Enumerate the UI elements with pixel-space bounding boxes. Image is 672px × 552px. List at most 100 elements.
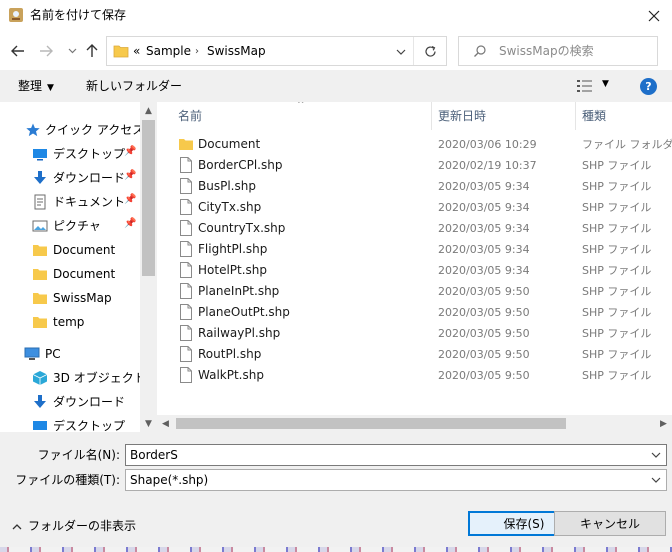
file-icon bbox=[180, 241, 192, 257]
forward-button[interactable] bbox=[36, 41, 56, 61]
file-name: FlightPl.shp bbox=[198, 242, 268, 256]
3d-objects-icon bbox=[32, 370, 48, 386]
file-row[interactable]: FlightPl.shp 2020/03/05 9:34 SHP ファイル bbox=[157, 239, 672, 260]
caret-down-icon: ▼ bbox=[602, 79, 609, 89]
nav-item-pc[interactable]: PC bbox=[0, 342, 140, 366]
up-button[interactable] bbox=[82, 41, 102, 61]
file-row[interactable]: RoutPl.shp 2020/03/05 9:50 SHP ファイル bbox=[157, 344, 672, 365]
filename-field[interactable]: BorderS bbox=[125, 444, 667, 466]
nav-item-desktop[interactable]: デスクトップ 📌 bbox=[0, 142, 140, 166]
file-type: ファイル フォルダー bbox=[582, 138, 672, 151]
scroll-down-icon[interactable]: ▼ bbox=[140, 415, 157, 432]
nav-label: ダウンロード bbox=[53, 395, 126, 409]
file-row[interactable]: HotelPt.shp 2020/03/05 9:34 SHP ファイル bbox=[157, 260, 672, 281]
back-button[interactable] bbox=[8, 41, 28, 61]
file-date: 2020/03/05 9:50 bbox=[438, 348, 530, 361]
nav-item-folder[interactable]: SwissMap bbox=[0, 286, 140, 310]
nav-quick-access[interactable]: クイック アクセス bbox=[0, 118, 144, 142]
scrollbar-thumb[interactable] bbox=[176, 418, 566, 429]
close-button[interactable] bbox=[636, 0, 672, 32]
file-row[interactable]: BorderCPl.shp 2020/02/19 10:37 SHP ファイル bbox=[157, 155, 672, 176]
scroll-right-icon[interactable]: ▶ bbox=[655, 415, 672, 432]
nav-item-folder[interactable]: Document bbox=[0, 238, 140, 262]
file-row[interactable]: PlaneInPt.shp 2020/03/05 9:50 SHP ファイル bbox=[157, 281, 672, 302]
search-icon bbox=[474, 45, 486, 57]
file-row[interactable]: CityTx.shp 2020/03/05 9:34 SHP ファイル bbox=[157, 197, 672, 218]
file-row[interactable]: RailwayPl.shp 2020/03/05 9:50 SHP ファイル bbox=[157, 323, 672, 344]
nav-item-folder[interactable]: temp bbox=[0, 310, 140, 334]
file-name: RoutPl.shp bbox=[198, 347, 262, 361]
nav-item-desktop[interactable]: デスクトップ bbox=[0, 414, 140, 432]
nav-scrollbar[interactable]: ▲ ▼ bbox=[140, 102, 157, 432]
file-name: CityTx.shp bbox=[198, 200, 262, 214]
address-segment-swissmap[interactable]: SwissMap bbox=[207, 44, 266, 59]
command-bar: 整理 ▼ 新しいフォルダー ▼ ? bbox=[0, 70, 672, 102]
nav-item-downloads[interactable]: ダウンロード 📌 bbox=[0, 166, 140, 190]
address-separator: › bbox=[195, 46, 199, 57]
nav-item-3d-objects[interactable]: 3D オブジェクト bbox=[0, 366, 146, 390]
nav-item-downloads[interactable]: ダウンロード bbox=[0, 390, 140, 414]
file-date: 2020/03/05 9:50 bbox=[438, 327, 530, 340]
folder-icon bbox=[32, 314, 48, 330]
chevron-down-icon[interactable] bbox=[650, 448, 662, 462]
column-header-date[interactable]: 更新日時 bbox=[438, 102, 568, 130]
refresh-button[interactable] bbox=[413, 37, 447, 65]
chevron-up-icon bbox=[12, 524, 22, 530]
nav-label: 3D オブジェクト bbox=[53, 371, 146, 385]
file-name: HotelPt.shp bbox=[198, 263, 268, 277]
column-divider[interactable] bbox=[431, 102, 432, 130]
address-dropdown-button[interactable] bbox=[391, 43, 411, 61]
filetype-select[interactable]: Shape(*.shp) bbox=[125, 469, 667, 491]
folder-icon bbox=[32, 290, 48, 306]
scroll-up-icon[interactable]: ▲ bbox=[140, 102, 157, 119]
recent-locations-button[interactable] bbox=[62, 41, 82, 61]
nav-label: temp bbox=[53, 315, 85, 329]
address-box[interactable]: « Sample › SwissMap bbox=[106, 36, 447, 66]
column-header-type[interactable]: 種類 bbox=[582, 102, 662, 130]
arrow-right-icon bbox=[40, 45, 53, 57]
file-type: SHP ファイル bbox=[582, 264, 652, 277]
file-row[interactable]: CountryTx.shp 2020/03/05 9:34 SHP ファイル bbox=[157, 218, 672, 239]
navigation-pane: クイック アクセス デスクトップ 📌 ダウンロード 📌 ドキュメント 📌 ピクチ… bbox=[0, 102, 157, 432]
file-date: 2020/03/05 9:34 bbox=[438, 222, 530, 235]
window-title: 名前を付けて保存 bbox=[30, 8, 127, 22]
file-date: 2020/03/05 9:34 bbox=[438, 264, 530, 277]
file-type: SHP ファイル bbox=[582, 201, 652, 214]
nav-item-folder[interactable]: Document bbox=[0, 262, 140, 286]
file-row[interactable]: Document 2020/03/06 10:29 ファイル フォルダー bbox=[157, 134, 672, 155]
file-name: Document bbox=[198, 137, 261, 151]
file-type: SHP ファイル bbox=[582, 327, 652, 340]
file-type: SHP ファイル bbox=[582, 348, 652, 361]
address-segment-sample[interactable]: Sample bbox=[146, 44, 191, 59]
search-input[interactable]: SwissMapの検索 bbox=[458, 36, 658, 66]
nav-label: ダウンロード bbox=[53, 171, 126, 185]
file-name: RailwayPl.shp bbox=[198, 326, 281, 340]
scrollbar-thumb[interactable] bbox=[142, 120, 155, 276]
computer-icon bbox=[24, 346, 40, 362]
close-icon bbox=[648, 10, 660, 22]
file-row[interactable]: WalkPt.shp 2020/03/05 9:50 SHP ファイル bbox=[157, 365, 672, 386]
file-row[interactable]: BusPl.shp 2020/03/05 9:34 SHP ファイル bbox=[157, 176, 672, 197]
nav-item-documents[interactable]: ドキュメント 📌 bbox=[0, 190, 140, 214]
search-placeholder: SwissMapの検索 bbox=[499, 44, 594, 58]
new-folder-button[interactable]: 新しいフォルダー bbox=[86, 78, 182, 94]
change-view-button[interactable]: ▼ bbox=[576, 78, 616, 94]
address-overflow[interactable]: « bbox=[133, 44, 140, 59]
organize-menu-button[interactable]: 整理 ▼ bbox=[18, 78, 54, 96]
column-divider[interactable] bbox=[575, 102, 576, 130]
file-date: 2020/03/05 9:50 bbox=[438, 306, 530, 319]
help-button[interactable]: ? bbox=[640, 78, 657, 95]
nav-item-pictures[interactable]: ピクチャ 📌 bbox=[0, 214, 140, 238]
desktop-icon bbox=[32, 146, 48, 162]
hide-folders-button[interactable]: フォルダーの非表示 bbox=[12, 518, 136, 534]
scroll-left-icon[interactable]: ◀ bbox=[157, 415, 174, 432]
nav-label: SwissMap bbox=[53, 291, 112, 305]
file-row[interactable]: PlaneOutPt.shp 2020/03/05 9:50 SHP ファイル bbox=[157, 302, 672, 323]
column-header-name[interactable]: 名前 bbox=[178, 102, 428, 130]
title-bar: 名前を付けて保存 bbox=[0, 0, 672, 32]
horizontal-scrollbar[interactable]: ◀ ▶ bbox=[157, 415, 672, 432]
cancel-button[interactable]: キャンセル bbox=[554, 511, 666, 536]
filename-label: ファイル名(N): bbox=[37, 448, 120, 462]
file-date: 2020/03/05 9:50 bbox=[438, 369, 530, 382]
hide-folders-label: フォルダーの非表示 bbox=[28, 519, 137, 533]
